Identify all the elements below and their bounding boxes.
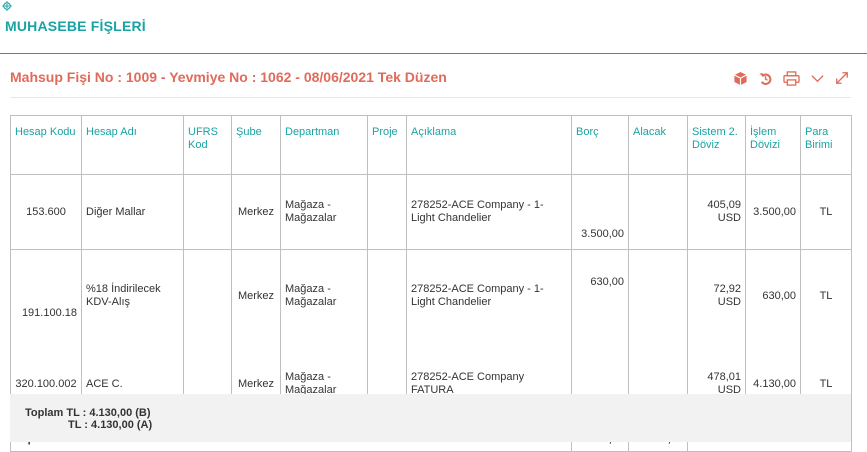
box-icon[interactable]	[733, 71, 748, 86]
col-header-ufrs-kod[interactable]: UFRS Kod	[183, 115, 232, 175]
cell-hesap-adi: %18 İndirilecek KDV-Alış	[81, 249, 184, 342]
table-row[interactable]: 153.600 Diğer Mallar Merkez Mağaza - Mağ…	[10, 174, 852, 250]
cell-ufrs-kod	[183, 249, 232, 342]
col-header-alacak[interactable]: Alacak	[628, 115, 688, 175]
cell-aciklama: 278252-ACE Company - 1-Light Chandelier	[406, 174, 572, 250]
cell-sistem-doviz: 72,92 USD	[687, 249, 746, 342]
cell-departman: Mağaza - Mağazalar	[280, 174, 368, 250]
voucher-divider	[10, 97, 851, 98]
col-header-aciklama[interactable]: Açıklama	[406, 115, 572, 175]
cell-sube: Merkez	[231, 249, 281, 342]
cell-proje	[367, 249, 407, 342]
expand-icon[interactable]	[835, 71, 849, 85]
col-header-borc[interactable]: Borç	[571, 115, 629, 175]
gear-icon[interactable]	[2, 1, 12, 11]
voucher-toolbar	[733, 70, 849, 86]
col-header-islem-dovizi[interactable]: İşlem Dövizi	[745, 115, 801, 175]
col-header-hesap-kodu[interactable]: Hesap Kodu	[10, 115, 82, 175]
cell-islem-dovizi: 630,00	[745, 249, 801, 342]
cell-aciklama: 278252-ACE Company - 1-Light Chandelier	[406, 249, 572, 342]
cell-borc: 3.500,00	[571, 174, 629, 250]
cell-alacak	[628, 249, 688, 342]
cell-hesap-kodu: 153.600	[10, 174, 82, 250]
cell-proje	[367, 174, 407, 250]
undo-icon[interactable]	[758, 71, 773, 86]
cell-islem-dovizi: 3.500,00	[745, 174, 801, 250]
col-header-proje[interactable]: Proje	[367, 115, 407, 175]
page-title: MUHASEBE FİŞLERİ	[5, 18, 146, 34]
table-row[interactable]: 191.100.18 %18 İndirilecek KDV-Alış Merk…	[10, 249, 852, 342]
col-header-sube[interactable]: Şube	[231, 115, 281, 175]
col-header-departman[interactable]: Departman	[280, 115, 368, 175]
cell-para-birimi: TL	[800, 249, 852, 342]
cell-hesap-adi: Diğer Mallar	[81, 174, 184, 250]
cell-para-birimi: TL	[800, 174, 852, 250]
cell-borc: 630,00	[571, 249, 629, 342]
cell-hesap-kodu: 191.100.18	[10, 249, 82, 342]
cell-alacak	[628, 174, 688, 250]
print-icon[interactable]	[783, 70, 800, 86]
summary-total-debit: Toplam TL : 4.130,00 (B)	[25, 407, 151, 419]
chevron-down-icon[interactable]	[810, 71, 825, 86]
col-header-para-birimi[interactable]: Para Birimi	[800, 115, 852, 175]
header-divider	[0, 53, 867, 54]
cell-ufrs-kod	[183, 174, 232, 250]
table-header-row: Hesap Kodu Hesap Adı UFRS Kod Şube Depar…	[10, 115, 852, 175]
cell-sistem-doviz: 405,09 USD	[687, 174, 746, 250]
col-header-sistem-doviz[interactable]: Sistem 2. Döviz	[687, 115, 746, 175]
cell-sube: Merkez	[231, 174, 281, 250]
voucher-title: Mahsup Fişi No : 1009 - Yevmiye No : 106…	[10, 69, 447, 85]
col-header-hesap-adi[interactable]: Hesap Adı	[81, 115, 184, 175]
summary-total-credit: TL : 4.130,00 (A)	[68, 419, 153, 431]
cell-departman: Mağaza - Mağazalar	[280, 249, 368, 342]
